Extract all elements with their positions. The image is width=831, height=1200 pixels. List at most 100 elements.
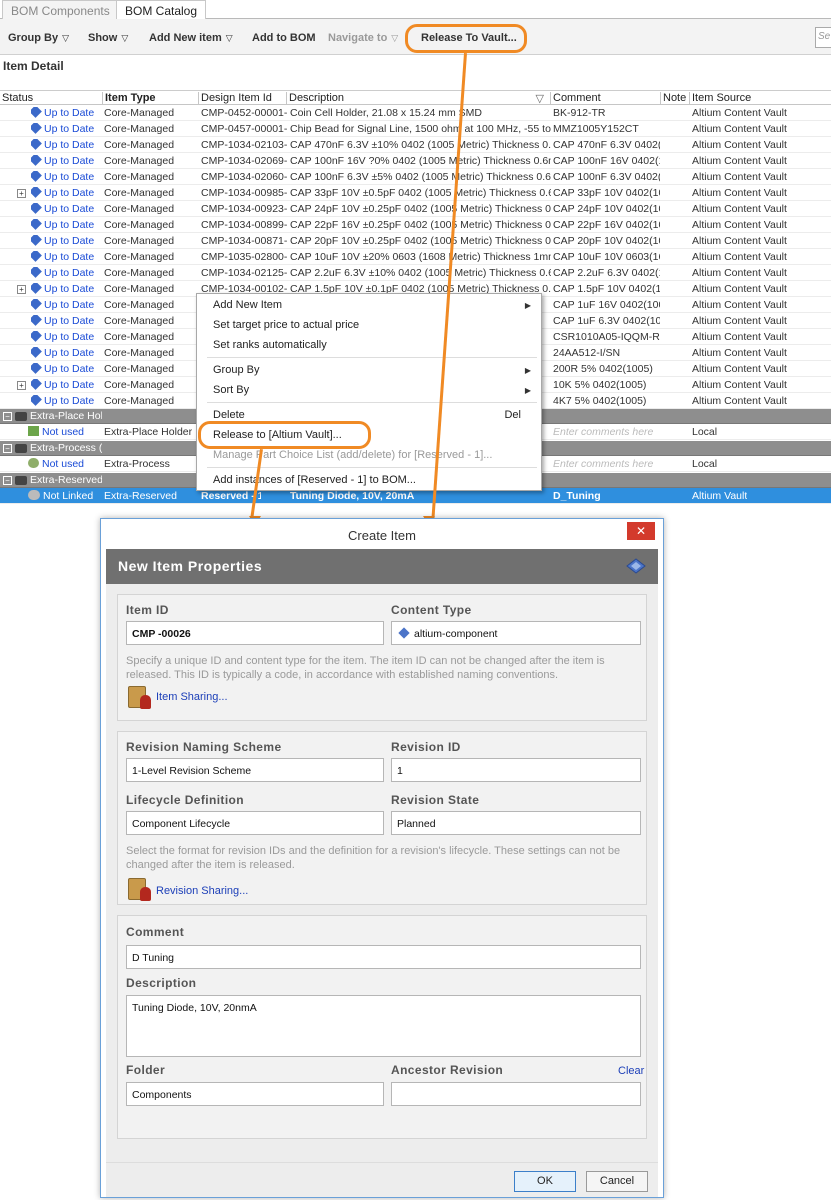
- table-row[interactable]: Up to Date Core-Managed CMP-1034-00871-1 CA…: [0, 233, 831, 249]
- navigate-to-button[interactable]: Navigate to ▽: [328, 32, 398, 44]
- revision-sharing-link[interactable]: Revision Sharing...: [156, 885, 248, 897]
- status-cell: Up to Date: [31, 315, 94, 327]
- highlight-release-menu-item: [198, 421, 371, 449]
- table-row[interactable]: Up to Date Core-Managed CMP-1034-02103-1 CA…: [0, 137, 831, 153]
- menu-item-set-target-price[interactable]: Set target price to actual price: [213, 319, 359, 331]
- content-type-field[interactable]: altium-component: [391, 621, 641, 645]
- up-to-date-icon: [31, 235, 42, 246]
- menu-item-add-instances[interactable]: Add instances of [Reserved - 1] to BOM..…: [213, 474, 416, 486]
- table-row[interactable]: Up to Date Core-Managed CMP-0452-00001-2 Co…: [0, 105, 831, 121]
- expand-icon[interactable]: +: [17, 381, 26, 390]
- status-cell: Not used: [28, 458, 84, 470]
- table-row[interactable]: Up to Date Core-Managed CMP-1035-02800-1 CA…: [0, 249, 831, 265]
- ancestor-revision-field[interactable]: [391, 1082, 641, 1106]
- group-icon: [15, 444, 27, 453]
- column-design-item-id[interactable]: Design Item Id: [198, 92, 286, 105]
- cancel-button[interactable]: Cancel: [586, 1171, 648, 1192]
- menu-item-group-by[interactable]: Group By: [213, 364, 259, 376]
- description-cell: CAP 20pF 10V ±0.25pF 0402 (1005 Metric) …: [290, 235, 551, 247]
- comment-cell: 200R 5% 0402(1005): [553, 363, 653, 375]
- description-cell: Tuning Diode, 10V, 20mA: [290, 490, 415, 502]
- add-to-bom-button[interactable]: Add to BOM: [252, 32, 316, 44]
- clear-link[interactable]: Clear: [618, 1065, 644, 1077]
- expand-icon[interactable]: +: [17, 189, 26, 198]
- comment-cell: CAP 33pF 10V 0402(100!: [553, 187, 660, 199]
- lifecycle-field[interactable]: Component Lifecycle: [126, 811, 384, 835]
- menu-item-sort-by[interactable]: Sort By: [213, 384, 249, 396]
- document-tabs: BOM Components BOM Catalog: [0, 0, 831, 20]
- up-to-date-icon: [31, 267, 42, 278]
- status-text: Up to Date: [44, 363, 95, 375]
- close-button[interactable]: ✕: [627, 522, 655, 540]
- source-cell: Altium Content Vault: [692, 107, 787, 119]
- collapse-icon[interactable]: −: [3, 476, 12, 485]
- design-id-cell: CMP-1034-00923-1: [201, 203, 287, 215]
- expand-icon[interactable]: +: [17, 285, 26, 294]
- column-item-type[interactable]: Item Type: [102, 92, 198, 105]
- submenu-arrow-icon: ▶: [524, 301, 531, 310]
- item-sharing-link[interactable]: Item Sharing...: [156, 691, 228, 703]
- tab-bom-catalog[interactable]: BOM Catalog: [116, 0, 207, 20]
- column-status[interactable]: Status: [0, 92, 102, 105]
- table-row[interactable]: Up to Date Core-Managed CMP-1034-02060-1 CA…: [0, 169, 831, 185]
- up-to-date-icon: [31, 123, 42, 134]
- ok-button[interactable]: OK: [514, 1171, 576, 1192]
- show-button[interactable]: Show ▽: [88, 32, 128, 44]
- source-cell: Altium Content Vault: [692, 171, 787, 183]
- table-row[interactable]: Up to Date Core-Managed CMP-1034-00923-1 CA…: [0, 201, 831, 217]
- item-type-cell: Core-Managed: [104, 395, 175, 407]
- description-input[interactable]: Tuning Diode, 10V, 20nmA: [126, 995, 641, 1057]
- tab-bom-components[interactable]: BOM Components: [2, 0, 119, 19]
- add-new-item-button[interactable]: Add New item ▽: [149, 32, 233, 44]
- submenu-arrow-icon: ▶: [524, 366, 531, 375]
- comment-cell[interactable]: Enter comments here: [553, 426, 653, 438]
- chip-icon: [626, 558, 646, 574]
- menu-item-delete[interactable]: Delete: [213, 409, 245, 421]
- table-row[interactable]: Up to Date Core-Managed CMP-0457-00001-1 Ch…: [0, 121, 831, 137]
- collapse-icon[interactable]: −: [3, 444, 12, 453]
- item-type-cell: Core-Managed: [104, 235, 175, 247]
- column-comment[interactable]: Comment: [550, 92, 660, 105]
- group-by-button[interactable]: Group By ▽: [8, 32, 69, 44]
- design-id-cell: CMP-1034-02060-1: [201, 171, 287, 183]
- table-row[interactable]: + Up to Date Core-Managed CMP-1034-00985-1 C…: [0, 185, 831, 201]
- folder-field[interactable]: Components: [126, 1082, 384, 1106]
- search-input[interactable]: Se: [815, 27, 831, 48]
- description-cell: Chip Bead for Signal Line, 1500 ohm at 1…: [290, 123, 551, 135]
- source-cell: Altium Content Vault: [692, 347, 787, 359]
- menu-item-manage-part-choice[interactable]: Manage Part Choice List (add/delete) for…: [213, 449, 492, 461]
- column-item-source[interactable]: Item Source: [689, 92, 831, 105]
- column-note[interactable]: Note: [660, 92, 689, 105]
- status-text: Up to Date: [44, 187, 95, 199]
- ancestor-revision-label: Ancestor Revision: [391, 1063, 504, 1077]
- status-cell: Up to Date: [31, 283, 94, 295]
- revision-scheme-field[interactable]: 1-Level Revision Scheme: [126, 758, 384, 782]
- design-id-cell: CMP-1035-02800-1: [201, 251, 287, 263]
- status-text: Up to Date: [44, 203, 95, 215]
- menu-item-add-new-item[interactable]: Add New Item: [213, 299, 282, 311]
- table-row[interactable]: Up to Date Core-Managed CMP-1034-00899-1 CA…: [0, 217, 831, 233]
- group-label: Extra-Process (1: [30, 442, 102, 454]
- comment-input[interactable]: D Tuning: [126, 945, 641, 969]
- status-text: Up to Date: [44, 347, 95, 359]
- status-cell: Up to Date: [31, 235, 94, 247]
- group-icon: [15, 412, 27, 421]
- source-cell: Altium Content Vault: [692, 395, 787, 407]
- menu-item-set-ranks[interactable]: Set ranks automatically: [213, 339, 327, 351]
- status-cell: Up to Date: [31, 379, 94, 391]
- status-text: Up to Date: [44, 331, 95, 343]
- column-description[interactable]: Description ▽: [286, 92, 550, 105]
- item-id-input[interactable]: CMP -00026: [126, 621, 384, 645]
- table-row[interactable]: Up to Date Core-Managed CMP-1034-02125-1 CA…: [0, 265, 831, 281]
- table-row[interactable]: Up to Date Core-Managed CMP-1034-02069-1 CA…: [0, 153, 831, 169]
- show-label: Show: [88, 32, 118, 44]
- revision-state-field[interactable]: Planned: [391, 811, 641, 835]
- revision-panel: Revision Naming Scheme Revision ID 1-Lev…: [117, 731, 647, 905]
- not-used-icon: [28, 426, 39, 436]
- revision-id-field[interactable]: 1: [391, 758, 641, 782]
- source-cell: Altium Content Vault: [692, 155, 787, 167]
- up-to-date-icon: [31, 187, 42, 198]
- filter-icon[interactable]: ▽: [536, 92, 544, 105]
- collapse-icon[interactable]: −: [3, 412, 12, 421]
- comment-cell[interactable]: Enter comments here: [553, 458, 653, 470]
